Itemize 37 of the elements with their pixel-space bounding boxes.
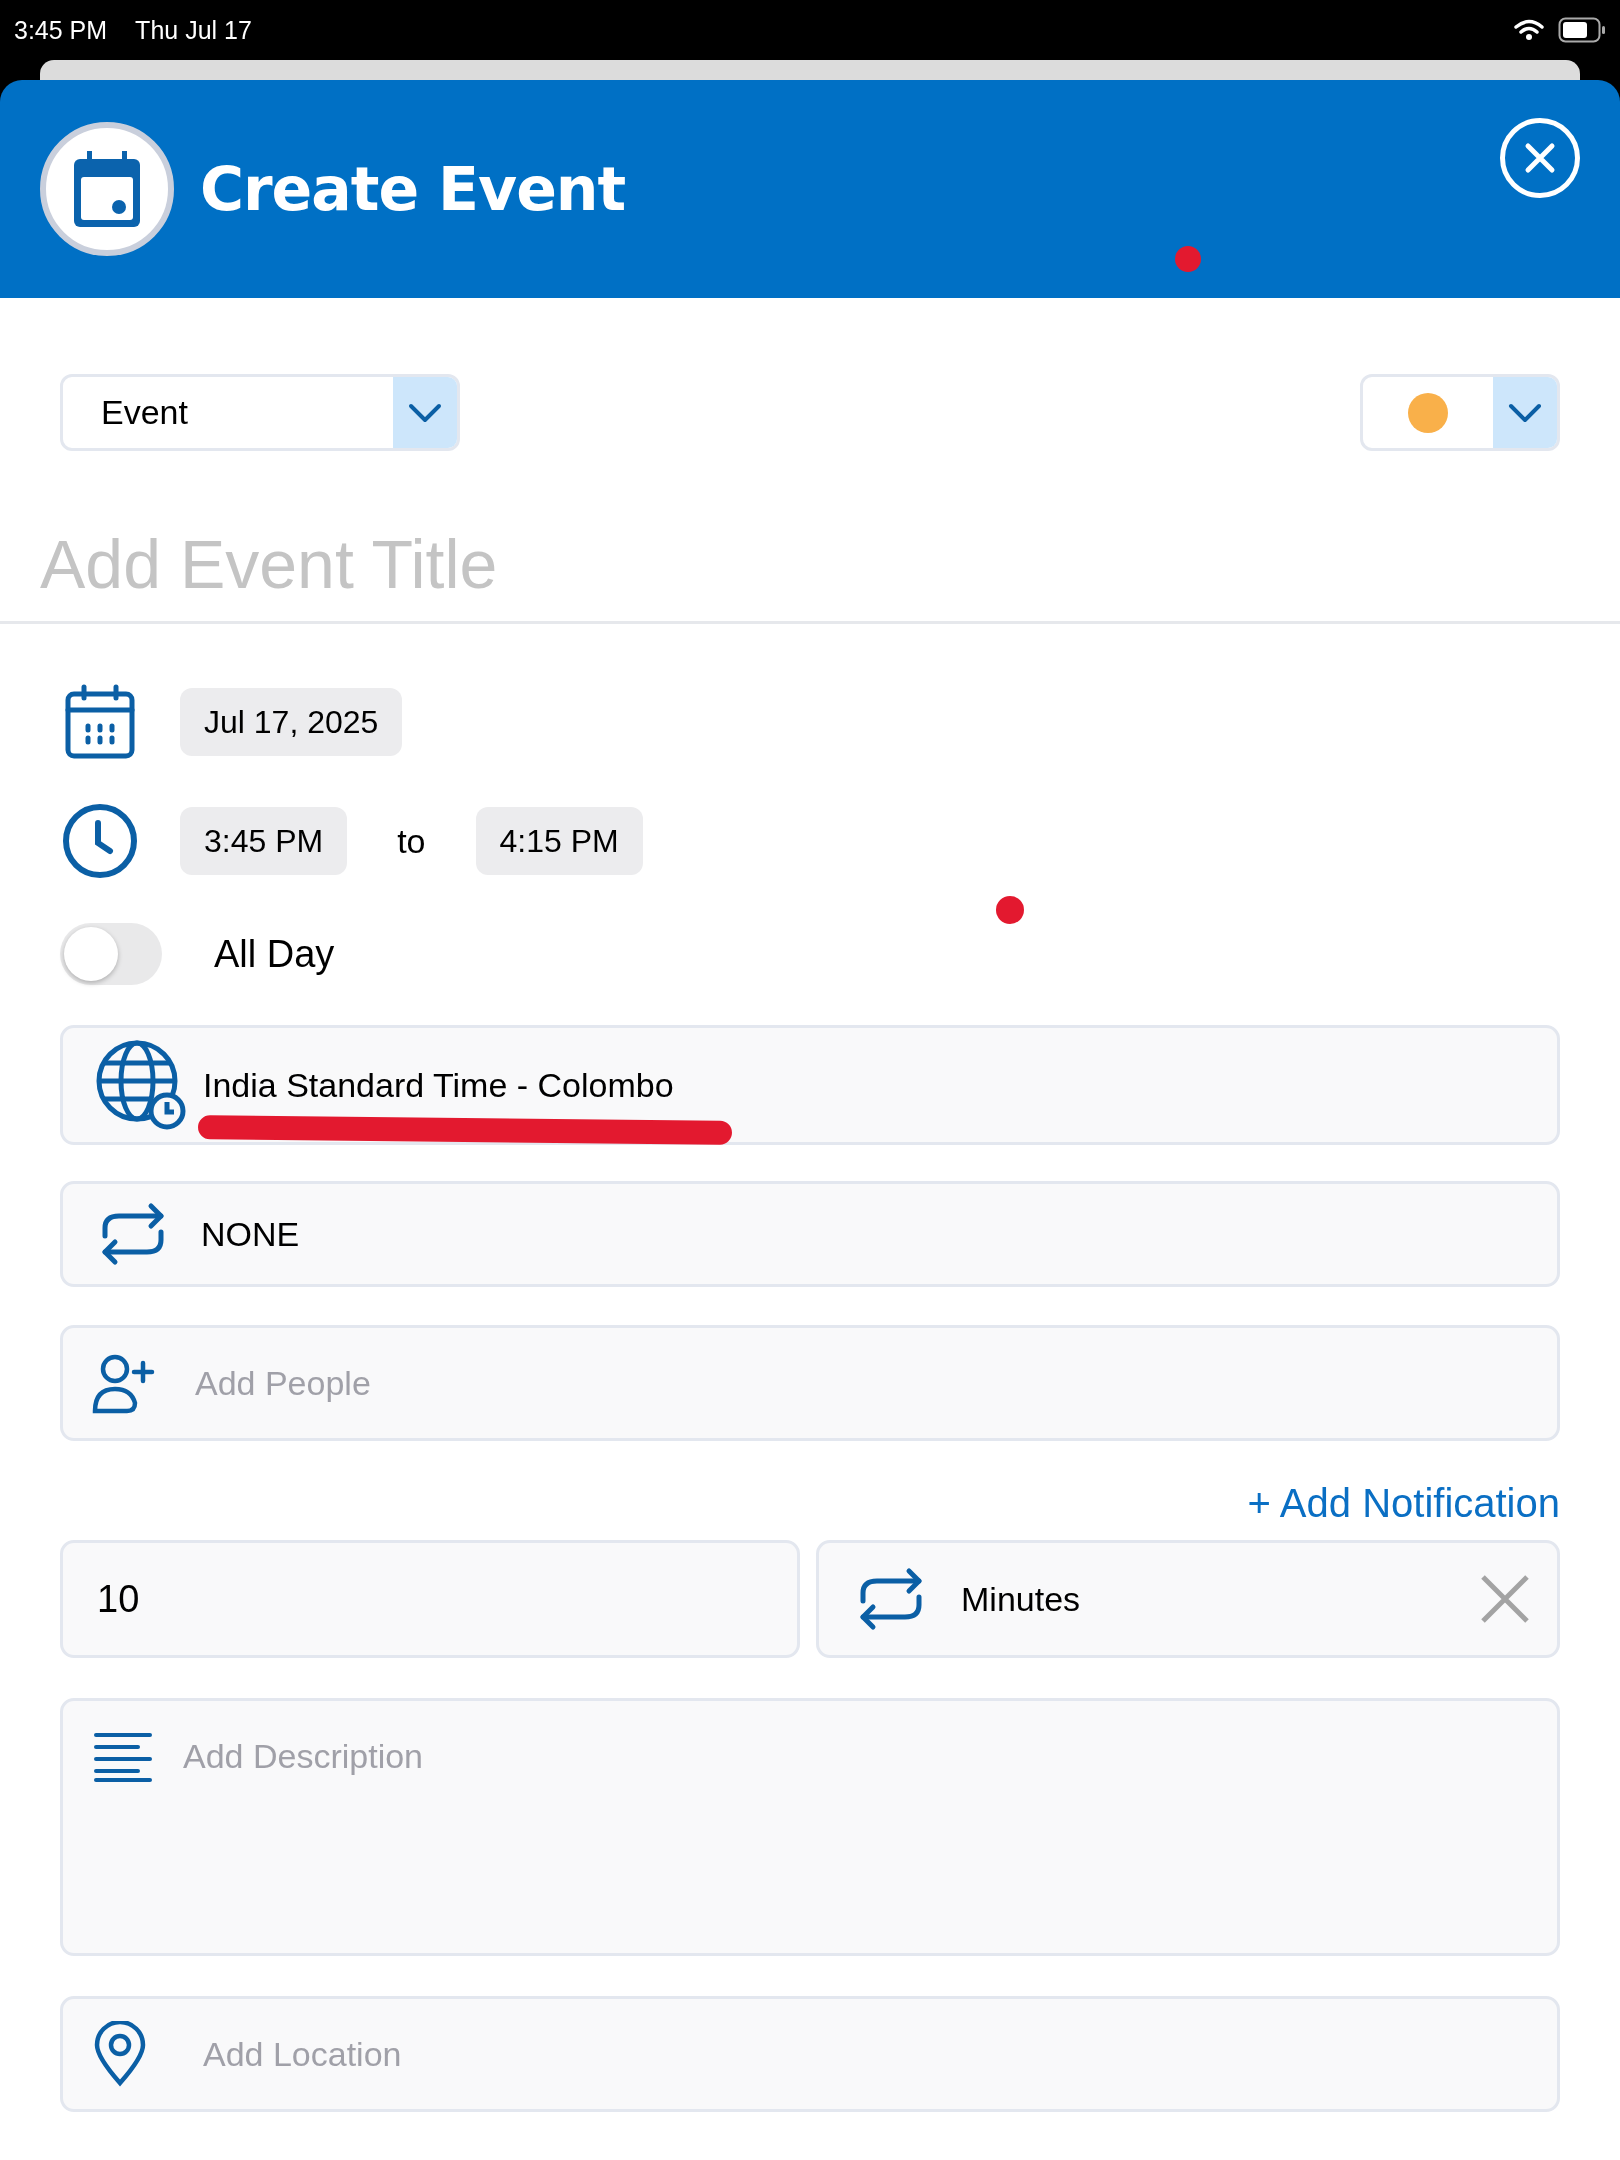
end-time-button[interactable]: 4:15 PM [475,807,643,875]
date-button[interactable]: Jul 17, 2025 [180,688,403,756]
description-field[interactable]: Add Description [60,1698,1560,1956]
location-pin-icon [93,2021,147,2087]
calendar-icon [72,149,142,229]
close-button[interactable] [1500,118,1580,198]
close-icon [1479,1573,1531,1625]
to-label: to [397,821,426,861]
all-day-toggle[interactable] [60,923,162,985]
repeat-field[interactable]: NONE [60,1181,1560,1287]
start-time-button[interactable]: 3:45 PM [180,807,348,875]
battery-icon [1558,17,1606,43]
location-input[interactable]: Add Location [203,2034,1531,2074]
event-type-dropdown[interactable]: Event [60,374,460,451]
close-icon [1523,141,1557,175]
all-day-label: All Day [214,932,335,976]
wifi-icon [1514,19,1544,41]
chevron-down-icon [1508,402,1542,423]
notification-amount-field[interactable]: 10 [60,1540,800,1658]
color-dropdown[interactable] [1360,374,1560,451]
chevron-down-icon [408,402,442,423]
text-lines-icon [93,1731,153,1783]
add-people-input[interactable]: Add People [195,1363,1531,1403]
location-field[interactable]: Add Location [60,1996,1560,2112]
add-people-field[interactable]: Add People [60,1325,1560,1441]
clock-icon [62,803,138,879]
status-time: 3:45 PM [14,15,108,45]
timezone-field[interactable]: India Standard Time - Colombo [60,1025,1560,1145]
calendar-icon [64,684,136,760]
status-date: Thu Jul 17 [135,15,252,45]
add-notification-link[interactable]: + Add Notification [1247,1481,1560,1526]
annotation-dot [996,896,1024,924]
notification-amount-input[interactable]: 10 [97,1577,771,1621]
notification-unit-dropdown[interactable]: Minutes [816,1540,1560,1658]
remove-button[interactable] [1479,1573,1531,1625]
description-input[interactable]: Add Description [183,1737,1531,1776]
dialog-title: Create Event [200,154,626,224]
